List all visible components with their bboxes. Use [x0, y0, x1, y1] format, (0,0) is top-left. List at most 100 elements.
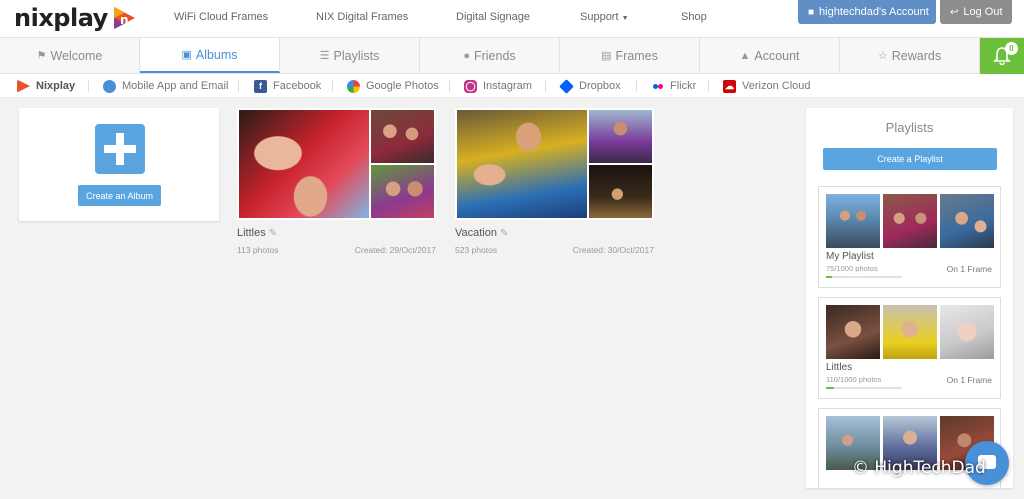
album-created-date: Created: 29/Oct/2017 — [354, 245, 436, 255]
logout-label: Log Out — [963, 6, 1003, 18]
playlist-name: My Playlist — [826, 251, 874, 262]
tab-label: Albums — [195, 47, 238, 62]
album-card-vacation[interactable]: Vacation ✎ 523 photos Created: 30/Oct/201… — [455, 108, 654, 255]
nav-digital-signage[interactable]: Digital Signage — [456, 11, 530, 23]
tab-playlists[interactable]: ☰ Playlists — [280, 38, 420, 73]
source-flickr[interactable]: Flickr — [651, 74, 696, 98]
tab-label: Frames — [615, 48, 658, 63]
playlist-photo — [940, 194, 994, 248]
tab-label: Friends — [473, 48, 516, 63]
divider — [88, 80, 89, 92]
source-label: Flickr — [670, 80, 697, 92]
tab-rewards[interactable]: ☆ Rewards — [840, 38, 980, 73]
edit-icon[interactable]: ✎ — [269, 228, 277, 239]
main-tabs: ⚑ Welcome ▣ Albums ☰ Playlists ● Friends ▤ Fr… — [0, 37, 1024, 74]
playlists-panel: Playlists Create a Playlist My Playlist … — [806, 108, 1013, 488]
instagram-icon: ◯ — [464, 79, 477, 93]
facebook-icon: f — [254, 79, 267, 93]
playlist-name: Littles — [826, 362, 853, 373]
album-title-text: Vacation — [455, 227, 497, 239]
users-icon: ● — [463, 49, 470, 62]
playlist-photo — [883, 194, 937, 248]
verizon-cloud-icon: ☁ — [723, 79, 736, 93]
playlist-progress-bar — [826, 387, 902, 389]
source-dropbox[interactable]: Dropbox — [559, 74, 621, 98]
notification-count-badge: 0 — [1005, 42, 1018, 55]
create-album-button[interactable]: Create an Album — [78, 185, 161, 206]
source-label: Dropbox — [579, 80, 621, 92]
nixplay-logo[interactable]: nixplay n — [14, 2, 139, 34]
tab-label: Welcome — [50, 48, 103, 63]
playlist-progress-fill — [826, 276, 832, 278]
account-button[interactable]: ■ hightechdad's Account — [798, 0, 936, 24]
nav-wifi-cloud-frames[interactable]: WiFi Cloud Frames — [174, 11, 268, 23]
divider — [238, 80, 239, 92]
watermark: © HighTechDad — [852, 458, 986, 478]
album-cover-collage[interactable] — [237, 108, 436, 220]
tab-frames[interactable]: ▤ Frames — [560, 38, 700, 73]
nav-support[interactable]: Support ▼ — [580, 11, 629, 23]
create-playlist-button[interactable]: Create a Playlist — [823, 148, 997, 170]
source-instagram[interactable]: ◯ Instagram — [464, 74, 532, 98]
album-title[interactable]: Littles ✎ — [237, 227, 277, 239]
playlist-frames: On 1 Frame — [946, 264, 992, 274]
tab-label: Rewards — [891, 48, 942, 63]
plus-icon[interactable] — [95, 124, 145, 174]
source-verizon-cloud[interactable]: ☁ Verizon Cloud — [723, 74, 811, 98]
divider — [449, 80, 450, 92]
caret-down-icon: ▼ — [621, 15, 629, 22]
photo-sources-bar: Nixplay Mobile App and Email f Facebook G… — [0, 74, 1024, 98]
album-photo-count: 113 photos — [237, 245, 279, 255]
svg-text:n: n — [120, 13, 129, 27]
nixplay-logo-icon: n — [111, 3, 139, 33]
source-label: Nixplay — [36, 80, 76, 92]
top-bar: nixplay n WiFi Cloud Frames NIX Digital … — [0, 0, 1024, 37]
playlist-photo-count: 110/1000 photos — [826, 375, 882, 384]
source-label: Google Photos — [366, 80, 439, 92]
nav-nix-digital-frames[interactable]: NIX Digital Frames — [316, 11, 408, 23]
logout-button[interactable]: ↩ Log Out — [940, 0, 1012, 24]
flag-icon: ⚑ — [36, 50, 47, 62]
source-label: Verizon Cloud — [742, 80, 811, 92]
tab-friends[interactable]: ● Friends — [420, 38, 560, 73]
playlist-card[interactable]: My Playlist 75/1000 photos On 1 Frame — [818, 186, 1001, 288]
nav-shop[interactable]: Shop — [681, 11, 707, 23]
album-title-text: Littles — [237, 227, 266, 239]
album-photo — [239, 110, 369, 218]
tab-account[interactable]: ▲ Account — [700, 38, 840, 73]
album-created-date: Created: 30/Oct/2017 — [572, 245, 654, 255]
source-label: Facebook — [273, 80, 322, 92]
source-nixplay[interactable]: Nixplay — [17, 74, 75, 98]
user-icon: ■ — [808, 6, 815, 18]
playlist-photo — [826, 305, 880, 359]
google-photos-icon — [347, 79, 360, 93]
playlist-frames: On 1 Frame — [946, 375, 992, 385]
playlist-photo — [826, 194, 880, 248]
nixplay-icon — [17, 79, 30, 93]
logout-icon: ↩ — [950, 6, 959, 18]
album-card-littles[interactable]: Littles ✎ 113 photos Created: 29/Oct/2017 — [237, 108, 436, 255]
album-photo — [371, 110, 434, 163]
flickr-icon — [651, 79, 664, 93]
source-google-photos[interactable]: Google Photos — [347, 74, 439, 98]
album-photo — [371, 165, 434, 218]
notifications-button[interactable]: 0 — [980, 38, 1024, 74]
tab-albums[interactable]: ▣ Albums — [140, 38, 280, 73]
picture-icon: ▤ — [601, 50, 612, 62]
album-title[interactable]: Vacation ✎ — [455, 227, 508, 239]
divider — [545, 80, 546, 92]
playlist-progress-bar — [826, 276, 902, 278]
playlist-card[interactable]: Littles 110/1000 photos On 1 Frame — [818, 297, 1001, 399]
playlist-photo-count: 75/1000 photos — [826, 264, 878, 273]
tab-label: Account — [754, 48, 800, 63]
list-icon: ☰ — [319, 50, 330, 62]
divider — [708, 80, 709, 92]
tab-welcome[interactable]: ⚑ Welcome — [0, 38, 140, 73]
create-album-card[interactable]: Create an Album — [19, 108, 219, 221]
album-photo — [457, 110, 587, 218]
divider — [332, 80, 333, 92]
source-mobile-app-email[interactable]: Mobile App and Email — [103, 74, 228, 98]
album-cover-collage[interactable] — [455, 108, 654, 220]
edit-icon[interactable]: ✎ — [500, 228, 508, 239]
source-facebook[interactable]: f Facebook — [254, 74, 321, 98]
